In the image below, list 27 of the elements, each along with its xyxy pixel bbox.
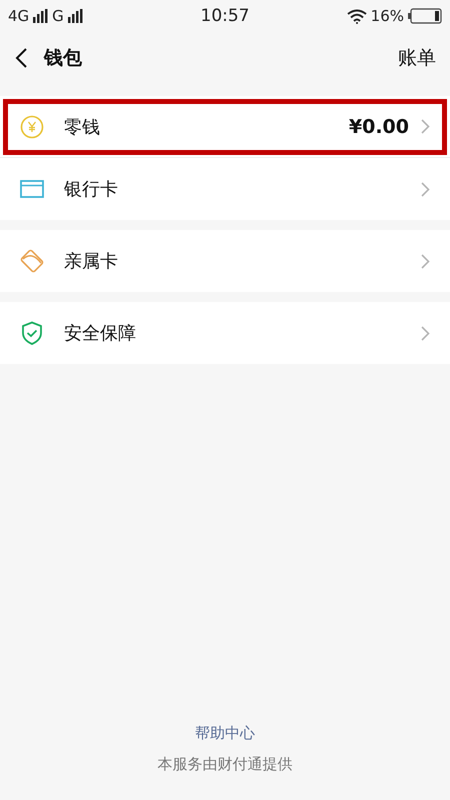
wallet-row[interactable]: 零钱 ¥0.00 — [0, 96, 450, 158]
row-label: 银行卡 — [64, 178, 119, 201]
bill-button[interactable]: 账单 — [398, 45, 436, 71]
chevron-icon — [421, 119, 430, 134]
tilted-card-icon — [20, 249, 44, 273]
help-center-link[interactable]: 帮助中心 — [195, 724, 255, 743]
row-label: 零钱 — [64, 116, 101, 138]
signal-icon — [33, 9, 48, 23]
signal-icon — [68, 9, 83, 23]
chevron-icon — [421, 326, 430, 340]
card-icon — [20, 177, 44, 201]
row-label: 亲属卡 — [64, 250, 119, 273]
row-label: 安全保障 — [64, 322, 137, 345]
network-label: 4G — [8, 7, 30, 25]
battery-icon — [408, 8, 442, 24]
clock: 10:57 — [200, 6, 250, 26]
chevron-icon — [421, 182, 430, 196]
chevron-icon — [421, 254, 430, 268]
balance-amount: ¥0.00 — [348, 116, 409, 138]
back-icon[interactable] — [14, 47, 28, 69]
wifi-icon — [346, 8, 367, 24]
page-title: 钱包 — [44, 46, 83, 71]
yuan-coin-icon — [20, 114, 44, 138]
network-label: G — [52, 7, 64, 25]
provider-note: 本服务由财付通提供 — [158, 755, 292, 774]
battery-percent: 16% — [370, 7, 404, 25]
shield-check-icon — [20, 321, 44, 345]
